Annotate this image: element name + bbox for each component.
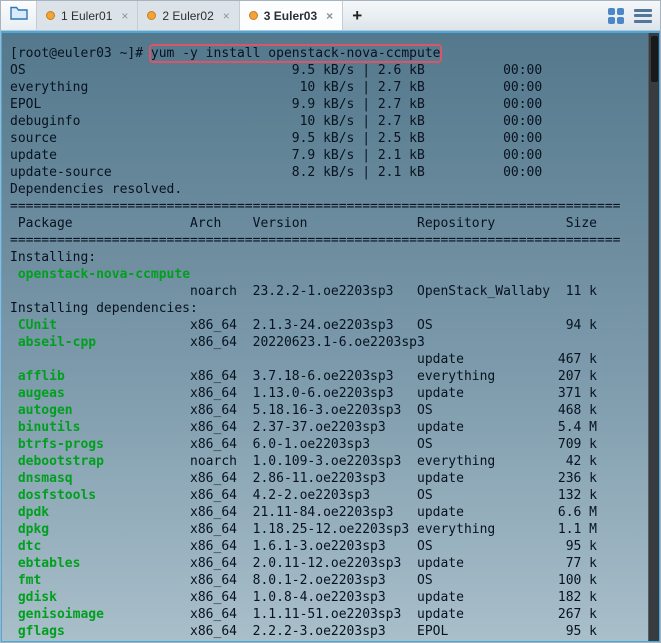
terminal-line: genisoimage x86_64 1.1.11-51.oe2203sp3 u…: [17, 607, 598, 622]
terminal-line: Dependencies resolved.: [10, 182, 183, 197]
terminal-line: btrfs-progs x86_64 6.0-1.oe2203sp3 OS 70…: [17, 437, 598, 452]
terminal-output: [root@euler03 ~]# yum -y install opensta…: [2, 33, 659, 640]
split-view-icon[interactable]: [608, 7, 624, 24]
terminal-line: update-source 8.2 kB/s | 2.1 kB 00:00: [10, 165, 543, 180]
session-status-icon: [147, 11, 157, 20]
terminal-line: Installing:: [10, 250, 97, 265]
terminal-line: noarch 23.2.2-1.oe2203sp3 OpenStack_Wall…: [10, 284, 597, 299]
terminal[interactable]: [root@euler03 ~]# yum -y install opensta…: [1, 31, 660, 642]
tab-label: 2 Euler02: [162, 8, 214, 23]
tab-euler03[interactable]: 3 Euler03 ×: [239, 1, 344, 30]
sessions-folder-button[interactable]: [1, 1, 37, 30]
tab-close-icon[interactable]: ×: [326, 10, 333, 22]
terminal-line: Installing dependencies:: [10, 301, 198, 316]
terminal-line: CUnit x86_64 2.1.3-24.oe2203sp3 OS 94 k: [17, 318, 598, 333]
tab-euler01[interactable]: 1 Euler01 ×: [37, 1, 139, 30]
terminal-line: gflags x86_64 2.2.2-3.oe2203sp3 EPOL 95 …: [17, 624, 598, 639]
terminal-line: abseil-cpp x86_64 20220623.1-6.oe2203sp3: [17, 335, 425, 350]
terminal-line: debootstrap noarch 1.0.109-3.oe2203sp3 e…: [17, 454, 598, 469]
scrollbar-thumb[interactable]: [651, 36, 658, 82]
terminal-scrollbar[interactable]: [648, 33, 659, 641]
terminal-line: dpkg x86_64 1.18.25-12.oe2203sp3 everyth…: [17, 522, 598, 537]
terminal-line: gdisk x86_64 1.0.8-4.oe2203sp3 update 18…: [17, 590, 598, 605]
terminal-line: OS 9.5 kB/s | 2.6 kB 00:00: [10, 63, 543, 78]
terminal-line: augeas x86_64 1.13.0-6.oe2203sp3 update …: [17, 386, 598, 401]
terminal-line: afflib x86_64 3.7.18-6.oe2203sp3 everyth…: [17, 369, 598, 384]
terminal-line: dosfstools x86_64 4.2-2.oe2203sp3 OS 132…: [17, 488, 598, 503]
tab-close-icon[interactable]: ×: [121, 10, 128, 22]
terminal-line: autogen x86_64 5.18.16-3.oe2203sp3 OS 46…: [17, 403, 598, 418]
terminal-line: update 7.9 kB/s | 2.1 kB 00:00: [10, 148, 543, 163]
terminal-line: source 9.5 kB/s | 2.5 kB 00:00: [10, 131, 543, 146]
tab-euler02[interactable]: 2 Euler02 ×: [138, 1, 240, 30]
mobaxterm-window: 1 Euler01 × 2 Euler02 × 3 Euler03 × + [r…: [0, 0, 661, 643]
terminal-line: dpdk x86_64 21.11-84.oe2203sp3 update 6.…: [17, 505, 598, 520]
terminal-line: ========================================…: [10, 233, 621, 248]
tab-bar: 1 Euler01 × 2 Euler02 × 3 Euler03 × +: [1, 1, 660, 31]
terminal-line: [root@euler03 ~]# yum -y install opensta…: [10, 46, 441, 61]
tab-close-icon[interactable]: ×: [223, 10, 230, 22]
terminal-line: EPOL 9.9 kB/s | 2.7 kB 00:00: [10, 97, 543, 112]
terminal-line: dnsmasq x86_64 2.86-11.oe2203sp3 update …: [17, 471, 598, 486]
terminal-line: update 467 k: [10, 352, 597, 367]
session-status-icon: [46, 11, 55, 20]
terminal-line: ebtables x86_64 2.0.11-12.oe2203sp3 upda…: [17, 556, 598, 571]
tab-label: 1 Euler01: [61, 8, 113, 23]
new-tab-button[interactable]: +: [343, 1, 371, 30]
terminal-line: dtc x86_64 1.6.1-3.oe2203sp3 OS 95 k: [17, 539, 598, 554]
terminal-line: Package Arch Version Repository Size: [10, 216, 597, 231]
terminal-line: debuginfo 10 kB/s | 2.7 kB 00:00: [10, 114, 543, 129]
tab-bar-tools: [608, 1, 660, 30]
tab-bar-spacer: [371, 1, 608, 30]
tab-label: 3 Euler03: [263, 8, 318, 23]
terminal-line: binutils x86_64 2.37-37.oe2203sp3 update…: [17, 420, 598, 435]
session-status-icon: [248, 11, 258, 20]
sessions-list-icon[interactable]: [634, 8, 652, 23]
terminal-line: ========================================…: [10, 199, 621, 214]
terminal-line: openstack-nova-ccmpute: [17, 267, 191, 282]
terminal-line: everything 10 kB/s | 2.7 kB 00:00: [10, 80, 543, 95]
terminal-line: fmt x86_64 8.0.1-2.oe2203sp3 OS 100 k: [17, 573, 598, 588]
folder-icon: [9, 6, 28, 25]
